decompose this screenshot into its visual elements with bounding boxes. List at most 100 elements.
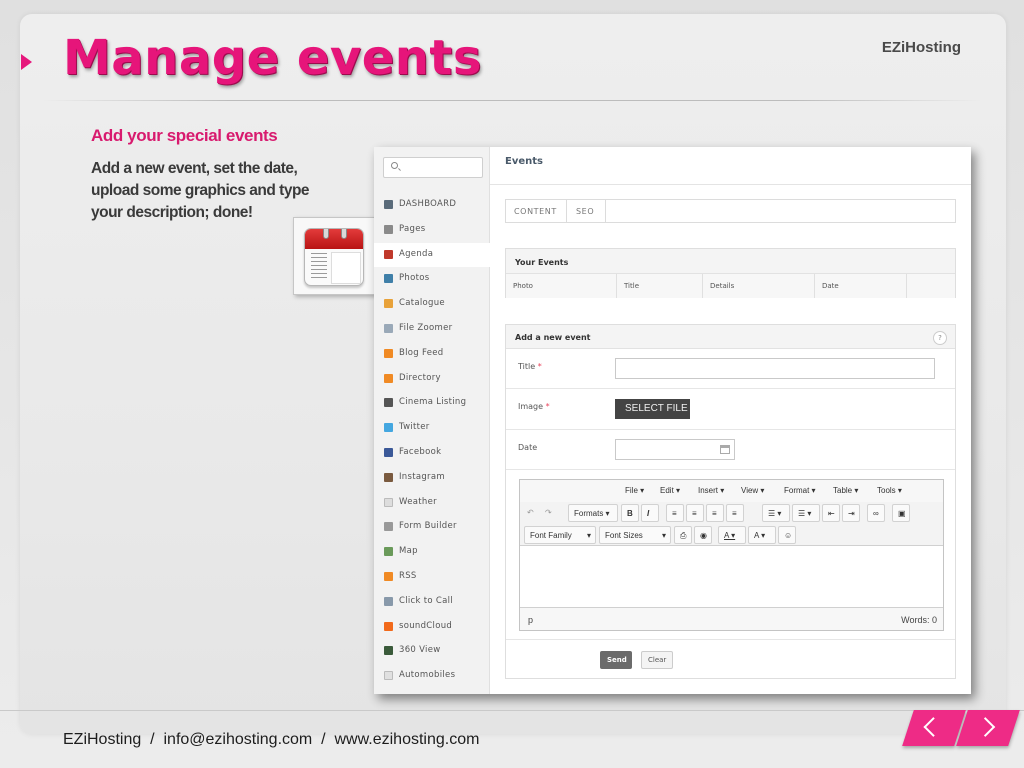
preview-icon[interactable]: ◉	[694, 526, 712, 544]
clear-button[interactable]: Clear	[641, 651, 673, 669]
sidebar-item-label: Twitter	[399, 422, 430, 433]
font-sizes-label: Font Sizes	[605, 531, 643, 540]
menu-format[interactable]: Format ▾	[784, 486, 816, 495]
font-family-label: Font Family	[530, 531, 572, 540]
select-file-button[interactable]: SELECT FILE	[615, 399, 690, 419]
add-event-heading: Add a new event	[515, 333, 591, 342]
send-button[interactable]: Send	[600, 651, 632, 669]
footer-website[interactable]: www.ezihosting.com	[334, 731, 479, 748]
footer-email[interactable]: info@ezihosting.com	[163, 731, 312, 748]
instagram-icon	[384, 472, 393, 482]
column-photo[interactable]: Photo	[506, 274, 617, 298]
page-title: Events	[505, 156, 543, 167]
your-events-header: Your Events	[506, 249, 955, 274]
sidebar-item-label: Click to Call	[399, 595, 453, 606]
editor-status-bar: p Words: 0	[520, 607, 943, 630]
sidebar-item-click-to-call[interactable]: Click to Call	[374, 590, 490, 614]
title-row: Title *	[506, 349, 955, 389]
column-date[interactable]: Date	[815, 274, 907, 298]
sidebar-item-catalogue[interactable]: Catalogue	[374, 292, 490, 316]
date-label: Date	[518, 443, 538, 452]
font-sizes-dropdown[interactable]: Font Sizes ▾	[599, 526, 671, 544]
sidebar-item-360-view[interactable]: 360 View	[374, 639, 490, 663]
image-icon[interactable]: ▣	[892, 504, 910, 522]
sidebar-item-label: File Zoomer	[399, 323, 453, 333]
print-icon[interactable]: ⎙	[674, 526, 692, 544]
italic-icon[interactable]: I	[641, 504, 659, 522]
sidebar-item-photos[interactable]: Photos	[374, 267, 490, 291]
form-divider	[506, 639, 955, 640]
emoticon-icon[interactable]: ☺	[778, 526, 796, 544]
menu-tools[interactable]: Tools ▾	[877, 486, 902, 495]
next-slide-button[interactable]	[956, 710, 1020, 746]
align-justify-icon[interactable]: ≡	[726, 504, 744, 522]
rss-icon	[384, 373, 393, 383]
font-family-dropdown[interactable]: Font Family ▾	[524, 526, 596, 544]
bold-icon[interactable]: B	[621, 504, 639, 522]
tab-content[interactable]: CONTENT	[506, 200, 567, 222]
send-label: Send	[607, 656, 627, 664]
redo-icon[interactable]: ↷	[542, 504, 558, 522]
bullet-list-icon[interactable]: ☰ ▾	[762, 504, 790, 522]
help-icon[interactable]: ?	[933, 331, 947, 345]
catalogue-icon	[384, 299, 393, 309]
align-right-icon[interactable]: ≡	[706, 504, 724, 522]
sidebar-item-directory[interactable]: Directory	[374, 367, 490, 391]
indent-icon[interactable]: ⇥	[842, 504, 860, 522]
required-mark: *	[545, 402, 550, 411]
previous-slide-button[interactable]	[902, 710, 966, 746]
background-color-icon[interactable]: A ▾	[748, 526, 776, 544]
sidebar-item-label: Map	[399, 546, 418, 557]
column-title[interactable]: Title	[617, 274, 703, 298]
date-input[interactable]	[615, 439, 735, 460]
outdent-icon[interactable]: ⇤	[822, 504, 840, 522]
rss-icon	[384, 348, 393, 358]
tab-bar: CONTENT SEO	[505, 199, 956, 223]
required-mark: *	[537, 362, 542, 371]
menu-table[interactable]: Table ▾	[833, 486, 858, 495]
calendar-icon[interactable]	[720, 445, 730, 454]
undo-icon[interactable]: ↶	[524, 504, 540, 522]
sidebar-item-label: 360 View	[399, 645, 441, 656]
column-details[interactable]: Details	[703, 274, 815, 298]
text-color-icon[interactable]: A ▾	[718, 526, 746, 544]
sidebar-item-facebook[interactable]: Facebook	[374, 441, 490, 465]
editor-text-area[interactable]	[520, 546, 943, 606]
sidebar-item-form-builder[interactable]: Form Builder	[374, 515, 490, 539]
sidebar-item-automobiles[interactable]: Automobiles	[374, 664, 490, 688]
title-input[interactable]	[615, 358, 935, 379]
sidebar-item-agenda[interactable]: Agenda	[374, 242, 490, 267]
sidebar-item-weather[interactable]: Weather	[374, 491, 490, 515]
formats-dropdown[interactable]: Formats ▾	[568, 504, 618, 522]
editor-toolbar: ↶ ↷ Formats ▾ B I ≡ ≡ ≡ ≡ ☰ ▾ ☰ ▾ ⇤ ⇥ ∞	[520, 502, 943, 546]
sidebar-item-twitter[interactable]: Twitter	[374, 416, 490, 440]
numbered-list-icon[interactable]: ☰ ▾	[792, 504, 820, 522]
sidebar-item-cinema-listing[interactable]: Cinema Listing	[374, 391, 490, 415]
sidebar-search-input[interactable]	[383, 157, 483, 178]
sidebar-item-instagram[interactable]: Instagram	[374, 466, 490, 490]
clear-label: Clear	[648, 656, 667, 664]
menu-view[interactable]: View ▾	[741, 486, 764, 495]
align-left-icon[interactable]: ≡	[666, 504, 684, 522]
link-icon[interactable]: ∞	[867, 504, 885, 522]
sidebar-item-dashboard[interactable]: DASHBOARD	[374, 193, 490, 217]
image-row: Image * SELECT FILE	[506, 389, 955, 430]
sidebar-item-file-zoomer[interactable]: File Zoomer	[374, 317, 490, 341]
brand-name: EZiHosting	[881, 39, 961, 56]
menu-insert[interactable]: Insert ▾	[698, 486, 724, 495]
tab-seo[interactable]: SEO	[567, 200, 606, 222]
footer: EZiHosting / info@ezihosting.com / www.e…	[63, 731, 479, 749]
cms-screenshot: DASHBOARD Pages Agenda Photos Catalogue File …	[374, 147, 971, 694]
align-center-icon[interactable]: ≡	[686, 504, 704, 522]
sidebar-item-blog-feed[interactable]: Blog Feed	[374, 342, 490, 366]
sidebar-item-rss[interactable]: RSS	[374, 565, 490, 589]
column-date-label: Date	[822, 282, 839, 290]
column-title-label: Title	[624, 282, 640, 290]
menu-edit[interactable]: Edit ▾	[660, 486, 680, 495]
sidebar-item-map[interactable]: Map	[374, 540, 490, 564]
sidebar-item-soundcloud[interactable]: soundCloud	[374, 615, 490, 639]
title-label: Title *	[518, 362, 542, 371]
sidebar-item-pages[interactable]: Pages	[374, 218, 490, 242]
menu-file[interactable]: File ▾	[625, 486, 644, 495]
image-label: Image *	[518, 402, 550, 411]
